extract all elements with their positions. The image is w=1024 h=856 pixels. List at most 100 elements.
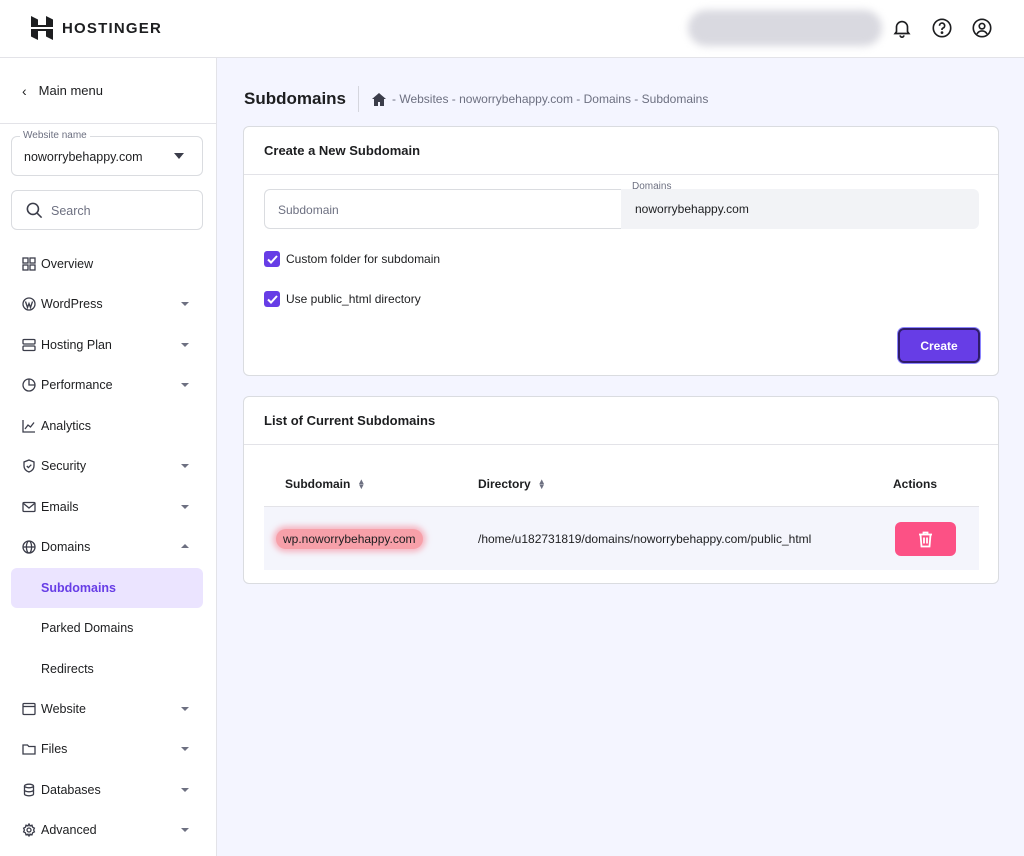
analytics-icon — [21, 418, 37, 434]
website-select[interactable]: Website name noworrybehappy.com — [11, 130, 203, 176]
sidebar-item-security[interactable]: Security — [11, 446, 203, 486]
server-icon — [21, 337, 37, 353]
caret-down-icon — [181, 747, 189, 751]
folder-icon — [21, 741, 37, 757]
sidebar-item-redirects[interactable]: Redirects — [11, 649, 203, 689]
database-icon — [21, 782, 37, 798]
title-divider — [358, 86, 359, 112]
column-actions: Actions — [893, 477, 937, 491]
help-icon[interactable] — [930, 16, 954, 40]
create-subdomain-card: Create a New Subdomain Subdomain Domains… — [243, 126, 999, 376]
shield-icon — [21, 458, 37, 474]
domains-field: Domains noworrybehappy.com — [621, 181, 979, 229]
sidebar-item-label: Overview — [41, 257, 94, 271]
public-html-checkbox[interactable] — [264, 291, 280, 307]
create-button[interactable]: Create — [898, 328, 980, 363]
main-menu-label: Main menu — [38, 83, 103, 98]
check-icon — [266, 254, 278, 264]
caret-down-icon — [181, 383, 189, 387]
account-icon[interactable] — [970, 16, 994, 40]
sidebar-item-databases[interactable]: Databases — [11, 770, 203, 810]
sort-icon[interactable]: ▲ ▼ — [357, 478, 365, 491]
sidebar-item-label: Parked Domains — [41, 621, 134, 635]
mail-icon — [21, 499, 37, 515]
website-select-value: noworrybehappy.com — [24, 150, 143, 164]
wordpress-icon — [21, 296, 37, 312]
sidebar-item-domains[interactable]: Domains — [11, 527, 203, 567]
top-bar: HOSTINGER — [0, 0, 1024, 58]
sidebar-item-label: Emails — [41, 500, 79, 514]
sidebar-item-label: Redirects — [41, 662, 94, 676]
table-row: wp.noworrybehappy.com /home/u182731819/d… — [264, 507, 979, 570]
caret-down-icon — [181, 788, 189, 792]
domains-value: noworrybehappy.com — [635, 202, 749, 216]
subdomain-input[interactable]: Subdomain — [264, 189, 622, 229]
directory-cell: /home/u182731819/domains/noworrybehappy.… — [478, 532, 812, 546]
sidebar-item-overview[interactable]: Overview — [11, 244, 203, 284]
column-subdomain[interactable]: Subdomain ▲ ▼ — [285, 477, 365, 491]
caret-down-icon — [181, 828, 189, 832]
caret-down-icon — [181, 302, 189, 306]
public-html-label: Use public_html directory — [286, 292, 421, 306]
globe-icon — [21, 539, 37, 555]
sidebar-item-website[interactable]: Website — [11, 689, 203, 729]
breadcrumb-path[interactable]: - Websites - noworrybehappy.com - Domain… — [392, 92, 708, 106]
table-header: Subdomain ▲ ▼ Directory ▲ ▼ Actions — [264, 463, 979, 507]
caret-down-icon — [181, 505, 189, 509]
sidebar-item-label: Hosting Plan — [41, 338, 112, 352]
sidebar-item-performance[interactable]: Performance — [11, 365, 203, 405]
search-icon — [26, 202, 43, 219]
column-directory-label: Directory — [478, 477, 531, 491]
main-menu-link[interactable]: ‹ Main menu — [0, 58, 216, 124]
sidebar-item-label: Files — [41, 742, 68, 756]
page-title: Subdomains — [244, 89, 347, 108]
sidebar-item-wordpress[interactable]: WordPress — [11, 284, 203, 324]
website-select-label: Website name — [20, 130, 90, 141]
search-placeholder: Search — [51, 204, 91, 218]
caret-down-icon — [181, 707, 189, 711]
column-directory[interactable]: Directory ▲ ▼ — [478, 477, 546, 491]
sidebar-item-label: Domains — [41, 540, 91, 554]
sidebar-item-label: Advanced — [41, 823, 97, 837]
sort-icon[interactable]: ▲ ▼ — [538, 478, 546, 491]
hostinger-logo[interactable]: HOSTINGER — [31, 16, 162, 40]
sidebar-item-files[interactable]: Files — [11, 729, 203, 769]
bell-icon[interactable] — [890, 16, 914, 40]
search-input[interactable]: Search — [11, 190, 203, 230]
delete-button[interactable] — [895, 522, 956, 556]
gear-icon — [21, 822, 37, 838]
public-html-option[interactable]: Use public_html directory — [264, 291, 421, 307]
sidebar-item-label: Databases — [41, 783, 101, 797]
column-actions-label: Actions — [893, 477, 938, 491]
domains-label: Domains — [632, 181, 672, 192]
caret-down-icon — [181, 343, 189, 347]
card-title: Create a New Subdomain — [244, 127, 998, 175]
sidebar-item-advanced[interactable]: Advanced — [11, 810, 203, 850]
sidebar-item-hosting-plan[interactable]: Hosting Plan — [11, 325, 203, 365]
hostinger-logo-icon — [31, 16, 53, 40]
sidebar-item-label: Security — [41, 459, 87, 473]
breadcrumb: - Websites - noworrybehappy.com - Domain… — [372, 92, 708, 106]
custom-folder-option[interactable]: Custom folder for subdomain — [264, 251, 440, 267]
sidebar-item-emails[interactable]: Emails — [11, 487, 203, 527]
sidebar-item-analytics[interactable]: Analytics — [11, 406, 203, 446]
brand-name: HOSTINGER — [62, 19, 162, 37]
caret-down-icon — [181, 464, 189, 468]
home-icon[interactable] — [372, 92, 386, 106]
custom-folder-checkbox[interactable] — [264, 251, 280, 267]
subdomain-placeholder: Subdomain — [278, 203, 339, 217]
chevron-left-icon: ‹ — [22, 82, 27, 99]
sidebar-item-subdomains[interactable]: Subdomains — [11, 568, 203, 608]
sidebar: ‹ Main menu Website name noworrybehappy.… — [0, 58, 217, 856]
pie-chart-icon — [21, 377, 37, 393]
sidebar-item-label: Subdomains — [41, 581, 117, 595]
sidebar-item-label: Performance — [41, 378, 113, 392]
browser-icon — [21, 701, 37, 717]
subdomain-cell: wp.noworrybehappy.com — [276, 529, 423, 549]
sidebar-item-parked-domains[interactable]: Parked Domains — [11, 608, 203, 648]
card-title: List of Current Subdomains — [244, 397, 998, 445]
overview-icon — [21, 256, 37, 272]
caret-down-icon — [174, 153, 184, 159]
subdomain-list-card: List of Current Subdomains Subdomain ▲ ▼ … — [243, 396, 999, 584]
custom-folder-label: Custom folder for subdomain — [286, 252, 441, 266]
